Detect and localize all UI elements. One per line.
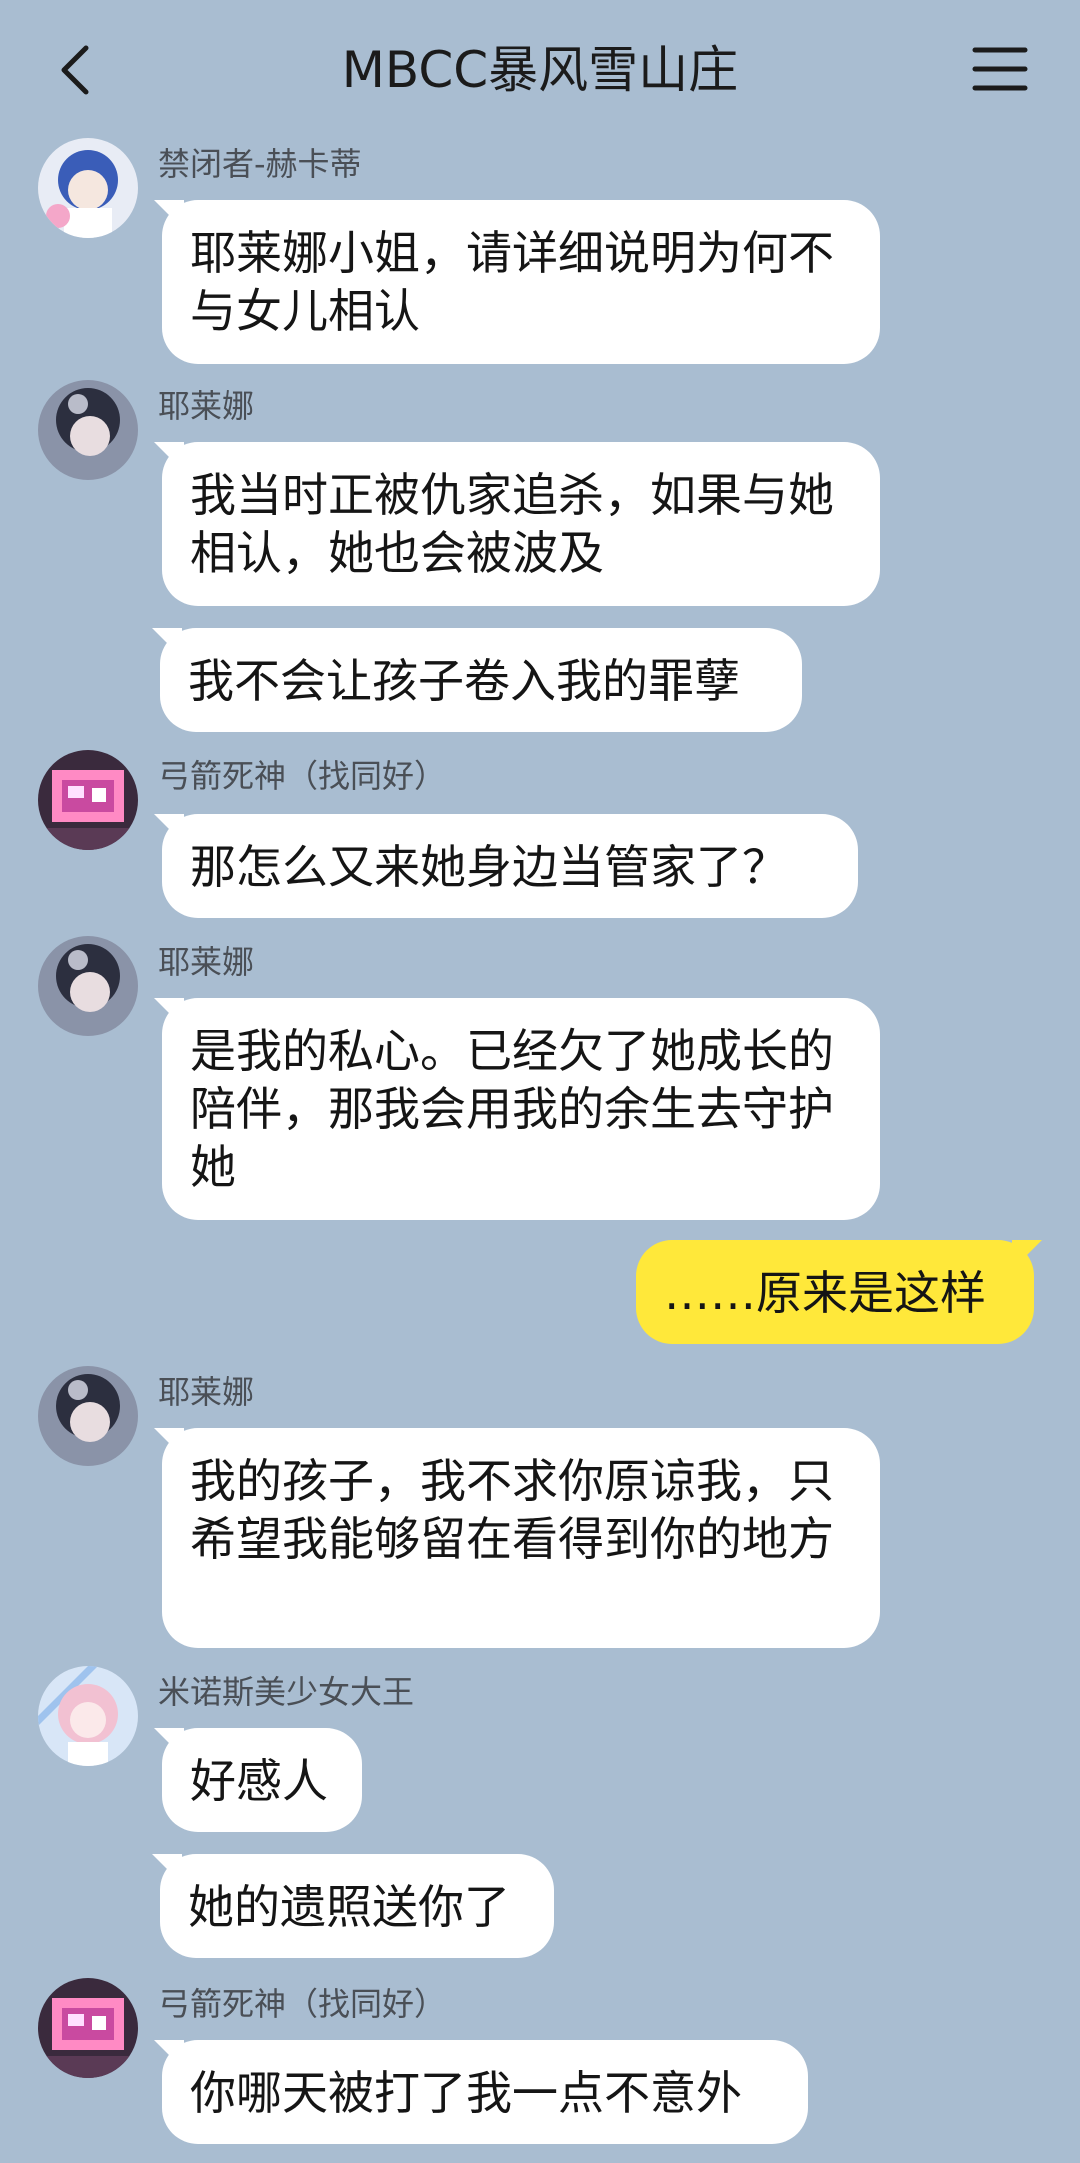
menu-button[interactable] (972, 44, 1028, 94)
sender-name: 米诺斯美少女大王 (158, 1673, 415, 1711)
avatar-minos[interactable] (38, 1666, 138, 1766)
message-bubble-self[interactable]: ……原来是这样 (636, 1240, 1034, 1344)
avatar-archer[interactable] (38, 1978, 138, 2078)
message-bubble[interactable]: 我不会让孩子卷入我的罪孽 (160, 628, 802, 732)
avatar-yelaina[interactable] (38, 1366, 138, 1466)
avatar-hekadi[interactable] (38, 138, 138, 238)
message-bubble[interactable]: 我的孩子，我不求你原谅我，只希望我能够留在看得到你的地方 (162, 1428, 880, 1648)
message-bubble[interactable]: 我当时正被仇家追杀，如果与她相认，她也会被波及 (162, 442, 880, 606)
chat-header: MBCC暴风雪山庄 (0, 0, 1080, 140)
chat-title: MBCC暴风雪山庄 (341, 41, 739, 99)
message-bubble[interactable]: 耶莱娜小姐，请详细说明为何不与女儿相认 (162, 200, 880, 364)
hamburger-menu-icon (972, 47, 1028, 91)
sender-name: 弓箭死神（找同好） (158, 757, 447, 795)
sender-name: 耶莱娜 (158, 943, 255, 981)
avatar-yelaina[interactable] (38, 936, 138, 1036)
avatar-yelaina[interactable] (38, 380, 138, 480)
message-bubble[interactable]: 你哪天被打了我一点不意外 (162, 2040, 808, 2144)
message-bubble[interactable]: 好感人 (162, 1728, 362, 1832)
sender-name: 弓箭死神（找同好） (158, 1985, 447, 2023)
sender-name: 耶莱娜 (158, 1373, 255, 1411)
sender-name: 耶莱娜 (158, 387, 255, 425)
message-bubble[interactable]: 是我的私心。已经欠了她成长的陪伴，那我会用我的余生去守护她 (162, 998, 880, 1220)
message-bubble[interactable]: 那怎么又来她身边当管家了？ (162, 814, 858, 918)
sender-name: 禁闭者-赫卡蒂 (158, 145, 362, 183)
message-bubble[interactable]: 她的遗照送你了 (160, 1854, 554, 1958)
avatar-archer[interactable] (38, 750, 138, 850)
